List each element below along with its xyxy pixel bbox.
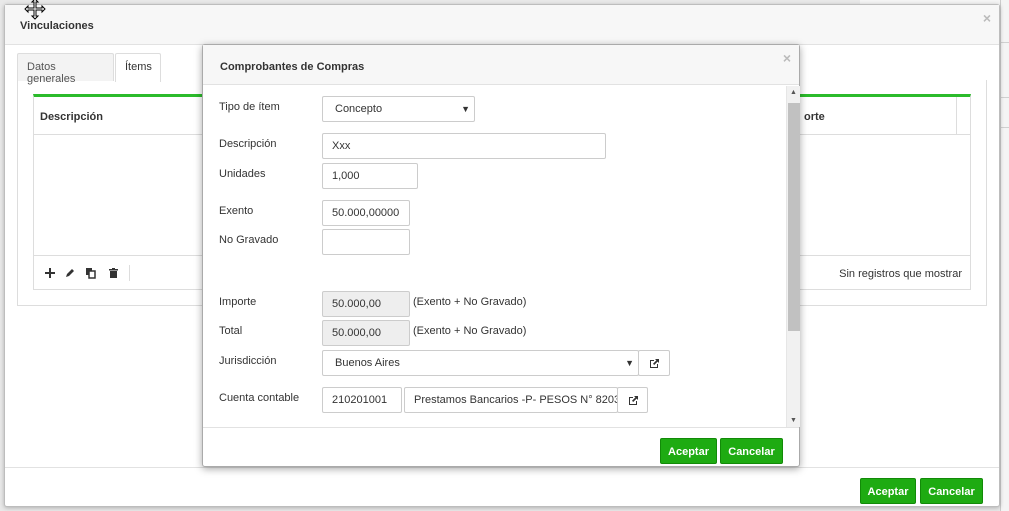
label-jurisdiccion: Jurisdicción — [219, 355, 277, 367]
copy-icon[interactable] — [85, 268, 97, 280]
tab-items[interactable]: Ítems — [115, 53, 161, 82]
column-importe[interactable]: orte — [804, 111, 825, 123]
inner-accept-button[interactable]: Aceptar — [660, 438, 717, 464]
tipo-item-value: Concepto — [335, 103, 383, 115]
cuenta-open-button[interactable] — [617, 387, 648, 413]
label-unidades: Unidades — [219, 168, 266, 180]
descripcion-input[interactable]: Xxx — [322, 133, 606, 159]
vinculaciones-header[interactable]: Vinculaciones × — [5, 5, 999, 45]
outer-cancel-button[interactable]: Cancelar — [920, 478, 983, 504]
label-importe: Importe — [219, 296, 257, 308]
vinculaciones-footer: Aceptar Cancelar — [5, 467, 999, 507]
jurisdiccion-value: Buenos Aires — [335, 357, 400, 369]
outer-accept-button[interactable]: Aceptar — [860, 478, 916, 504]
scroll-thumb[interactable] — [788, 103, 800, 331]
form-scrollbar[interactable]: ▲ ▼ — [786, 86, 800, 427]
cuenta-nombre-input[interactable]: Prestamos Bancarios -P- PESOS N° 8203 — [404, 387, 618, 413]
close-icon[interactable]: × — [783, 50, 791, 66]
label-descripcion: Descripción — [219, 138, 277, 150]
no-gravado-input[interactable] — [322, 229, 410, 255]
importe-field: 50.000,00 — [322, 291, 410, 317]
column-descripcion[interactable]: Descripción — [40, 111, 103, 123]
close-icon[interactable]: × — [983, 10, 991, 26]
exento-input[interactable]: 50.000,00000 — [322, 200, 410, 226]
pencil-icon[interactable] — [64, 268, 76, 280]
trash-icon[interactable] — [107, 268, 119, 280]
scroll-down-icon[interactable]: ▼ — [790, 417, 797, 424]
cuenta-codigo-input[interactable]: 210201001 — [322, 387, 402, 413]
move-cursor-icon — [24, 0, 46, 20]
importe-note: (Exento + No Gravado) — [413, 296, 527, 308]
label-no-gravado: No Gravado — [219, 234, 279, 246]
external-link-icon — [629, 396, 638, 405]
tab-datos-generales[interactable]: Datos generales — [17, 53, 114, 85]
jurisdiccion-open-button[interactable] — [638, 350, 670, 376]
jurisdiccion-select[interactable]: Buenos Aires ▼ — [322, 350, 639, 376]
total-note: (Exento + No Gravado) — [413, 325, 527, 337]
label-cuenta-contable: Cuenta contable — [219, 392, 300, 404]
inner-cancel-button[interactable]: Cancelar — [720, 438, 783, 464]
label-total: Total — [219, 325, 243, 337]
label-tipo-item: Tipo de ítem — [219, 101, 280, 113]
external-link-icon — [650, 359, 659, 368]
label-exento: Exento — [219, 205, 254, 217]
comprobantes-header[interactable]: Comprobantes de Compras × — [203, 45, 799, 85]
item-form: Tipo de ítem Concepto ▼ Descripción Xxx … — [203, 86, 785, 427]
total-field: 50.000,00 — [322, 320, 410, 346]
triangle-down-icon: ▼ — [625, 358, 634, 368]
comprobantes-title: Comprobantes de Compras — [220, 61, 365, 73]
vinculaciones-title: Vinculaciones — [20, 20, 94, 32]
comprobantes-footer: Aceptar Cancelar — [203, 427, 799, 467]
background-page-edge — [1000, 0, 1009, 511]
plus-icon[interactable] — [44, 268, 56, 280]
tipo-item-select[interactable]: Concepto ▼ — [322, 96, 475, 122]
empty-message: Sin registros que mostrar — [839, 268, 962, 280]
unidades-input[interactable]: 1,000 — [322, 163, 418, 189]
triangle-down-icon: ▼ — [461, 104, 470, 114]
scroll-up-icon[interactable]: ▲ — [790, 89, 797, 96]
comprobantes-dialog: Comprobantes de Compras × Tipo de ítem C… — [202, 44, 800, 467]
